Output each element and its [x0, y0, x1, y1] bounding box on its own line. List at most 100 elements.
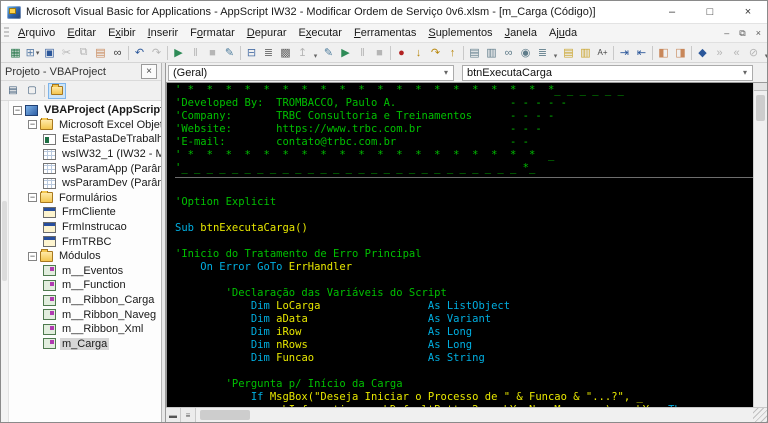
code-line[interactable]: 'E-mail: contato@trbc.com.br - -: [175, 136, 753, 149]
step-over-button[interactable]: ↷: [427, 44, 444, 61]
code-line[interactable]: [175, 365, 753, 378]
code-line[interactable]: Dim LoCarga As ListObject: [175, 300, 753, 313]
debug-design-mode-button[interactable]: ✎: [320, 44, 337, 61]
comment-block-button[interactable]: ◧: [655, 44, 672, 61]
find-button[interactable]: ∞: [109, 44, 126, 61]
edit-toolbar-overflow[interactable]: ▾: [762, 44, 767, 61]
tree-expander-icon[interactable]: −: [28, 120, 37, 130]
outdent-button[interactable]: ⇤: [633, 44, 650, 61]
toggle-bookmark-button[interactable]: ◆: [694, 44, 711, 61]
watch-window-button[interactable]: ∞: [500, 44, 517, 61]
locals-window-button[interactable]: ▤: [466, 44, 483, 61]
code-vertical-scrollbar[interactable]: [753, 83, 767, 407]
procedure-view-button[interactable]: ▬: [166, 408, 181, 422]
project-panel-close-button[interactable]: ×: [141, 64, 157, 79]
immediate-window-button[interactable]: ▥: [483, 44, 500, 61]
tree-item-microsoft-excel-objetos[interactable]: − Microsoft Excel Objetos: [9, 117, 161, 133]
code-line[interactable]: If MsgBox("Deseja Iniciar o Processo de …: [175, 391, 753, 404]
tree-item-wsiw32-1[interactable]: wsIW32_1 (IW32 - Modificar O: [9, 147, 161, 162]
code-line[interactable]: Dim aData As Variant: [175, 313, 753, 326]
view-object-button[interactable]: ▢: [23, 83, 41, 99]
code-line[interactable]: 'Pergunta p/ Início da Carga: [175, 378, 753, 391]
code-line[interactable]: '_ _ _ _ _ _ _ _ _ _ _ _ _ _ _ _ _ _ _ _…: [175, 162, 753, 175]
mdi-minimize-icon[interactable]: –: [724, 28, 729, 38]
code-line[interactable]: 'Developed By: TROMBACCO, Paulo A. - - -…: [175, 97, 753, 110]
view-microsoft-excel-button[interactable]: ▦: [7, 44, 24, 61]
procedure-dropdown[interactable]: btnExecutaCarga ▾: [462, 64, 753, 81]
tree-item-wsparamapp[interactable]: wsParamApp (Parâmetros do A: [9, 161, 161, 176]
properties-window-button[interactable]: ≣: [260, 44, 277, 61]
tree-item-formularios[interactable]: − Formulários: [9, 190, 161, 206]
menu-exibir[interactable]: Exibir: [102, 25, 142, 41]
view-code-button[interactable]: ▤: [4, 83, 22, 99]
run-sub-button[interactable]: ▶: [170, 44, 187, 61]
menubar-grip-icon[interactable]: [4, 27, 9, 39]
code-line[interactable]: ' * * * * * * * * * * * * * * * * * * * …: [175, 84, 753, 97]
code-line[interactable]: Dim nRows As Long: [175, 339, 753, 352]
insert-userform-button[interactable]: ⊞ ▾: [24, 44, 41, 61]
code-line[interactable]: On Error GoTo ErrHandler: [175, 261, 753, 274]
undo-button[interactable]: ↶: [131, 44, 148, 61]
code-line[interactable]: 'Inicio do Tratamento de Erro Principal: [175, 248, 753, 261]
call-stack-button[interactable]: ≣: [534, 44, 551, 61]
project-scrollbar[interactable]: [1, 101, 9, 422]
design-mode-button[interactable]: ✎: [221, 44, 238, 61]
tree-item-m-carga[interactable]: m_Carga: [9, 337, 161, 352]
step-into-button[interactable]: ↓: [410, 44, 427, 61]
vertical-scrollbar-thumb[interactable]: [756, 95, 765, 121]
tree-expander-icon[interactable]: −: [13, 105, 22, 115]
tree-item-estapastadetrabalho[interactable]: EstaPastaDeTrabalho: [9, 132, 161, 147]
horizontal-scrollbar-thumb[interactable]: [200, 410, 250, 420]
project-scrollbar-thumb[interactable]: [2, 201, 7, 281]
tree-item-frmtrbc[interactable]: FrmTRBC: [9, 234, 161, 249]
tree-item-m-ribbon-carga[interactable]: m__Ribbon_Carga: [9, 293, 161, 308]
code-horizontal-scrollbar[interactable]: [196, 408, 753, 422]
save-button[interactable]: ▣: [41, 44, 58, 61]
mdi-close-icon[interactable]: ×: [756, 28, 761, 38]
project-explorer-button[interactable]: ⊟: [243, 44, 260, 61]
tree-item-m-eventos[interactable]: m__Eventos: [9, 264, 161, 279]
debug-toolbar-overflow[interactable]: ▾: [551, 44, 560, 61]
list-properties-button[interactable]: ▤: [560, 44, 577, 61]
code-line[interactable]: [175, 183, 753, 196]
standard-toolbar-overflow[interactable]: ▾: [311, 44, 320, 61]
tree-item-modulos[interactable]: − Módulos: [9, 248, 161, 264]
code-line[interactable]: Dim iRow As Long: [175, 326, 753, 339]
menu-janela[interactable]: Janela: [499, 25, 543, 41]
complete-word-button[interactable]: A+: [594, 44, 611, 61]
tree-item-m-ribbon-naveg[interactable]: m__Ribbon_Naveg: [9, 307, 161, 322]
menu-suplementos[interactable]: Suplementos: [422, 25, 498, 41]
code-line[interactable]: 'Option Explicit: [175, 196, 753, 209]
close-button[interactable]: ×: [729, 1, 767, 23]
menu-executar[interactable]: Executar: [293, 25, 348, 41]
tree-item-m-ribbon-xml[interactable]: m__Ribbon_Xml: [9, 322, 161, 337]
toggle-breakpoint-button[interactable]: ●: [393, 44, 410, 61]
menu-arquivo[interactable]: Arquivo: [12, 25, 61, 41]
debug-run-button[interactable]: ▶: [337, 44, 354, 61]
code-line[interactable]: Sub btnExecutaCarga(): [175, 222, 753, 235]
indent-button[interactable]: ⇥: [616, 44, 633, 61]
menu-inserir[interactable]: Inserir: [142, 25, 185, 41]
code-line[interactable]: [175, 209, 753, 222]
code-line[interactable]: 'Website: https://www.trbc.com.br - - -: [175, 123, 753, 136]
quick-watch-button[interactable]: ◉: [517, 44, 534, 61]
uncomment-block-button[interactable]: ◨: [672, 44, 689, 61]
maximize-button[interactable]: □: [691, 1, 729, 23]
menu-formatar[interactable]: Formatar: [184, 25, 241, 41]
tree-item-m-function[interactable]: m__Function: [9, 278, 161, 293]
paste-button[interactable]: ▤: [92, 44, 109, 61]
tree-expander-icon[interactable]: −: [28, 251, 37, 261]
split-handle[interactable]: [754, 83, 767, 91]
code-line[interactable]: 'Company: TRBC Consultoria e Treinamento…: [175, 110, 753, 123]
minimize-button[interactable]: –: [653, 1, 691, 23]
code-editor[interactable]: ' * * * * * * * * * * * * * * * * * * * …: [167, 83, 753, 407]
tree-item-wsparamdev[interactable]: wsParamDev (Parâmetros Dev: [9, 176, 161, 191]
menu-ajuda[interactable]: Ajuda: [543, 25, 583, 41]
menu-ferramentas[interactable]: Ferramentas: [348, 25, 422, 41]
mdi-restore-icon[interactable]: ⧉: [739, 28, 745, 38]
menu-depurar[interactable]: Depurar: [241, 25, 293, 41]
menu-editar[interactable]: Editar: [61, 25, 102, 41]
object-dropdown[interactable]: (Geral) ▾: [168, 64, 454, 81]
code-line[interactable]: 'Declaração das Variáveis do Script: [175, 287, 753, 300]
toggle-folders-button[interactable]: [48, 82, 66, 99]
